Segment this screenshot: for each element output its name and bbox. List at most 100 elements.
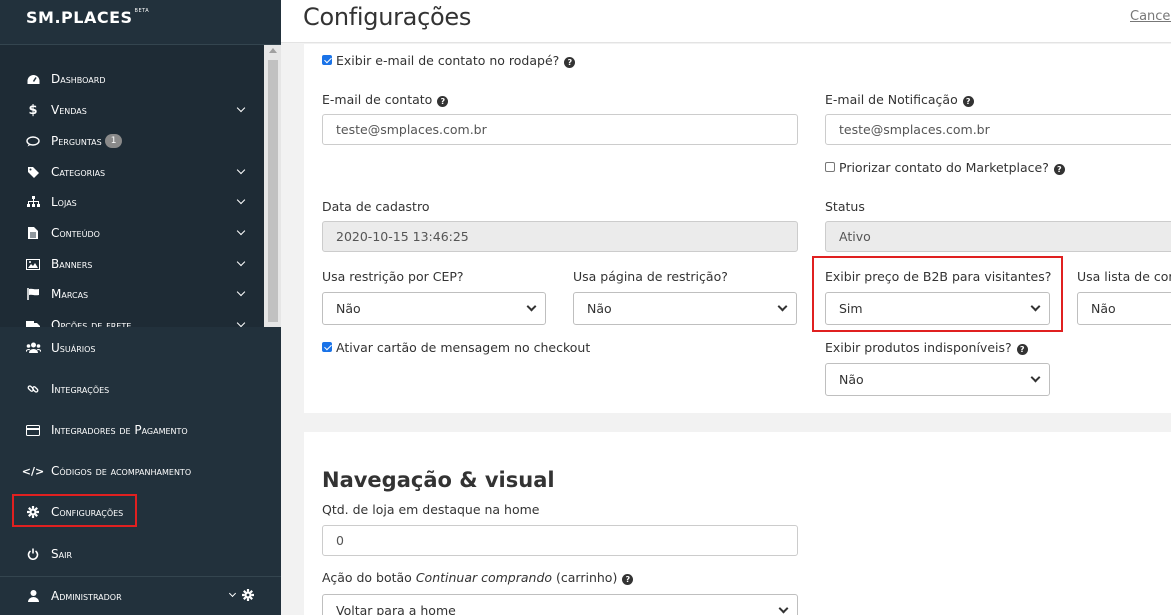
code-icon: </> [21, 464, 45, 478]
sidebar-item-integracoes[interactable]: Integrações [24, 378, 264, 400]
image-icon [24, 258, 42, 270]
sidebar-item-conteudo[interactable]: Conteúdo [24, 222, 264, 244]
help-icon[interactable]: ? [962, 96, 974, 107]
dashboard-icon [24, 74, 42, 85]
sidebar-item-label: Integradores de Pagamento [51, 423, 188, 437]
file-icon [24, 227, 42, 239]
help-icon[interactable]: ? [622, 574, 634, 585]
help-icon[interactable]: ? [437, 96, 449, 107]
sidebar-item-label: Sair [51, 547, 73, 561]
sidebar-item-label: Usuários [51, 341, 96, 355]
cep-restriction-label: Usa restrição por CEP? [322, 269, 464, 284]
restriction-page-select[interactable]: Não [573, 292, 797, 325]
show-email-footer-checkbox[interactable] [322, 55, 332, 65]
sidebar-item-categorias[interactable]: Categorias [24, 161, 264, 183]
chevron-down-icon [236, 226, 246, 236]
chevron-down-icon [1030, 372, 1041, 383]
chevron-down-icon [778, 603, 789, 614]
sidebar-item-sair[interactable]: Sair [24, 543, 264, 565]
settings-gear-icon[interactable] [242, 589, 254, 604]
highlight-box-configuracoes [12, 494, 137, 527]
continue-button-label: Ação do botão Continuar comprando (carri… [322, 570, 634, 585]
page-header: Configurações Cancela [281, 0, 1171, 43]
featured-qty-label: Qtd. de loja em destaque na home [322, 502, 540, 517]
sidebar-item-integradores-pagamento[interactable]: Integradores de Pagamento [24, 419, 264, 441]
truck-icon [24, 320, 42, 327]
chevron-down-icon[interactable] [228, 589, 237, 598]
message-card-checkbox[interactable] [322, 342, 332, 352]
user-icon [24, 590, 42, 602]
sidebar-item-label: Vendas [51, 103, 87, 117]
list-usage-label: Usa lista de com [1077, 269, 1171, 284]
sidebar-item-perguntas[interactable]: Perguntas 1 [24, 130, 264, 152]
sidebar-item-banners[interactable]: Banners [24, 253, 264, 275]
help-icon[interactable]: ? [564, 57, 576, 68]
sidebar-item-usuarios[interactable]: Usuários [24, 337, 264, 359]
sidebar-item-label: Lojas [51, 195, 77, 209]
sidebar-item-lojas[interactable]: Lojas [24, 191, 264, 213]
sidebar-item-label: Conteúdo [51, 226, 100, 240]
sidebar-item-label: Perguntas [51, 134, 102, 148]
beta-tag: BETA [134, 8, 150, 14]
dollar-icon: $ [28, 102, 38, 118]
chevron-down-icon [777, 301, 788, 312]
chevron-down-icon [236, 165, 246, 175]
prioritize-marketplace-checkbox[interactable] [825, 162, 835, 172]
sidebar-item-label: Categorias [51, 165, 106, 179]
sitemap-icon [24, 196, 42, 208]
notify-email-label: E-mail de Notificação? [825, 92, 974, 107]
navigation-visual-card [304, 432, 1171, 615]
link-icon [24, 383, 42, 395]
show-email-footer-label: Exibir e-mail de contato no rodapé?? [336, 53, 576, 68]
chevron-down-icon [236, 195, 246, 205]
sidebar-item-codigos-acompanhamento[interactable]: </> Códigos de acompanhamento [21, 460, 264, 482]
restriction-page-label: Usa página de restrição? [573, 269, 728, 284]
sidebar-item-opcoes-frete[interactable]: Opções de frete [24, 314, 264, 327]
sidebar-item-marcas[interactable]: Marcas [24, 283, 264, 305]
list-usage-select[interactable]: Não [1077, 292, 1171, 325]
cep-restriction-select[interactable]: Não [322, 292, 546, 325]
sidebar-item-vendas[interactable]: $ Vendas [24, 99, 264, 121]
contact-email-field[interactable]: teste@smplaces.com.br [322, 114, 798, 145]
logo[interactable]: SM.PLACES BETA [26, 8, 149, 27]
power-icon [24, 548, 42, 560]
chevron-down-icon [236, 257, 246, 267]
notify-email-field[interactable]: teste@smplaces.com.br [825, 114, 1171, 145]
credit-card-icon [24, 424, 42, 436]
sidebar-item-label: Códigos de acompanhamento [51, 464, 192, 478]
flag-icon [24, 288, 42, 300]
chevron-down-icon [236, 287, 246, 297]
sidebar-item-label: Opções de frete [51, 318, 132, 327]
scrollbar-thumb[interactable] [268, 60, 278, 322]
sidebar-item-label: Integrações [51, 382, 110, 396]
message-card-label: Ativar cartão de mensagem no checkout [336, 340, 591, 355]
contact-email-label: E-mail de contato? [322, 92, 449, 107]
sidebar-item-label: Dashboard [51, 72, 106, 86]
section-title: Navegação & visual [322, 468, 555, 492]
sidebar-item-dashboard[interactable]: Dashboard [24, 68, 264, 90]
help-icon[interactable]: ? [1053, 164, 1065, 175]
featured-qty-field[interactable]: 0 [322, 525, 798, 556]
cancel-link[interactable]: Cancela [1130, 9, 1171, 24]
continue-button-select[interactable]: Voltar para a home [322, 594, 798, 615]
signup-date-label: Data de cadastro [322, 199, 430, 214]
notification-badge: 1 [104, 134, 123, 148]
page-title: Configurações [303, 3, 472, 31]
prioritize-marketplace-label: Priorizar contato do Marketplace?? [839, 160, 1065, 175]
show-unavailable-select[interactable]: Não [825, 363, 1050, 396]
show-unavailable-label: Exibir produtos indisponíveis?? [825, 340, 1028, 355]
user-name: Administrador [51, 589, 122, 603]
sidebar-user-menu[interactable]: Administrador [24, 585, 264, 607]
status-field: Ativo [825, 221, 1171, 252]
help-icon[interactable]: ? [1016, 344, 1028, 355]
divider [0, 576, 281, 577]
signup-date-field: 2020-10-15 13:46:25 [322, 221, 798, 252]
tags-icon [24, 166, 42, 178]
chat-icon [24, 135, 42, 147]
status-label: Status [825, 199, 865, 214]
sidebar-scrollbar[interactable] [264, 45, 281, 327]
users-icon [24, 342, 42, 354]
sidebar-item-label: Banners [51, 257, 93, 271]
scroll-up-arrow-icon[interactable] [269, 48, 277, 53]
sidebar: SM.PLACES BETA Dashboard $ Vendas Pergunta… [0, 0, 281, 615]
